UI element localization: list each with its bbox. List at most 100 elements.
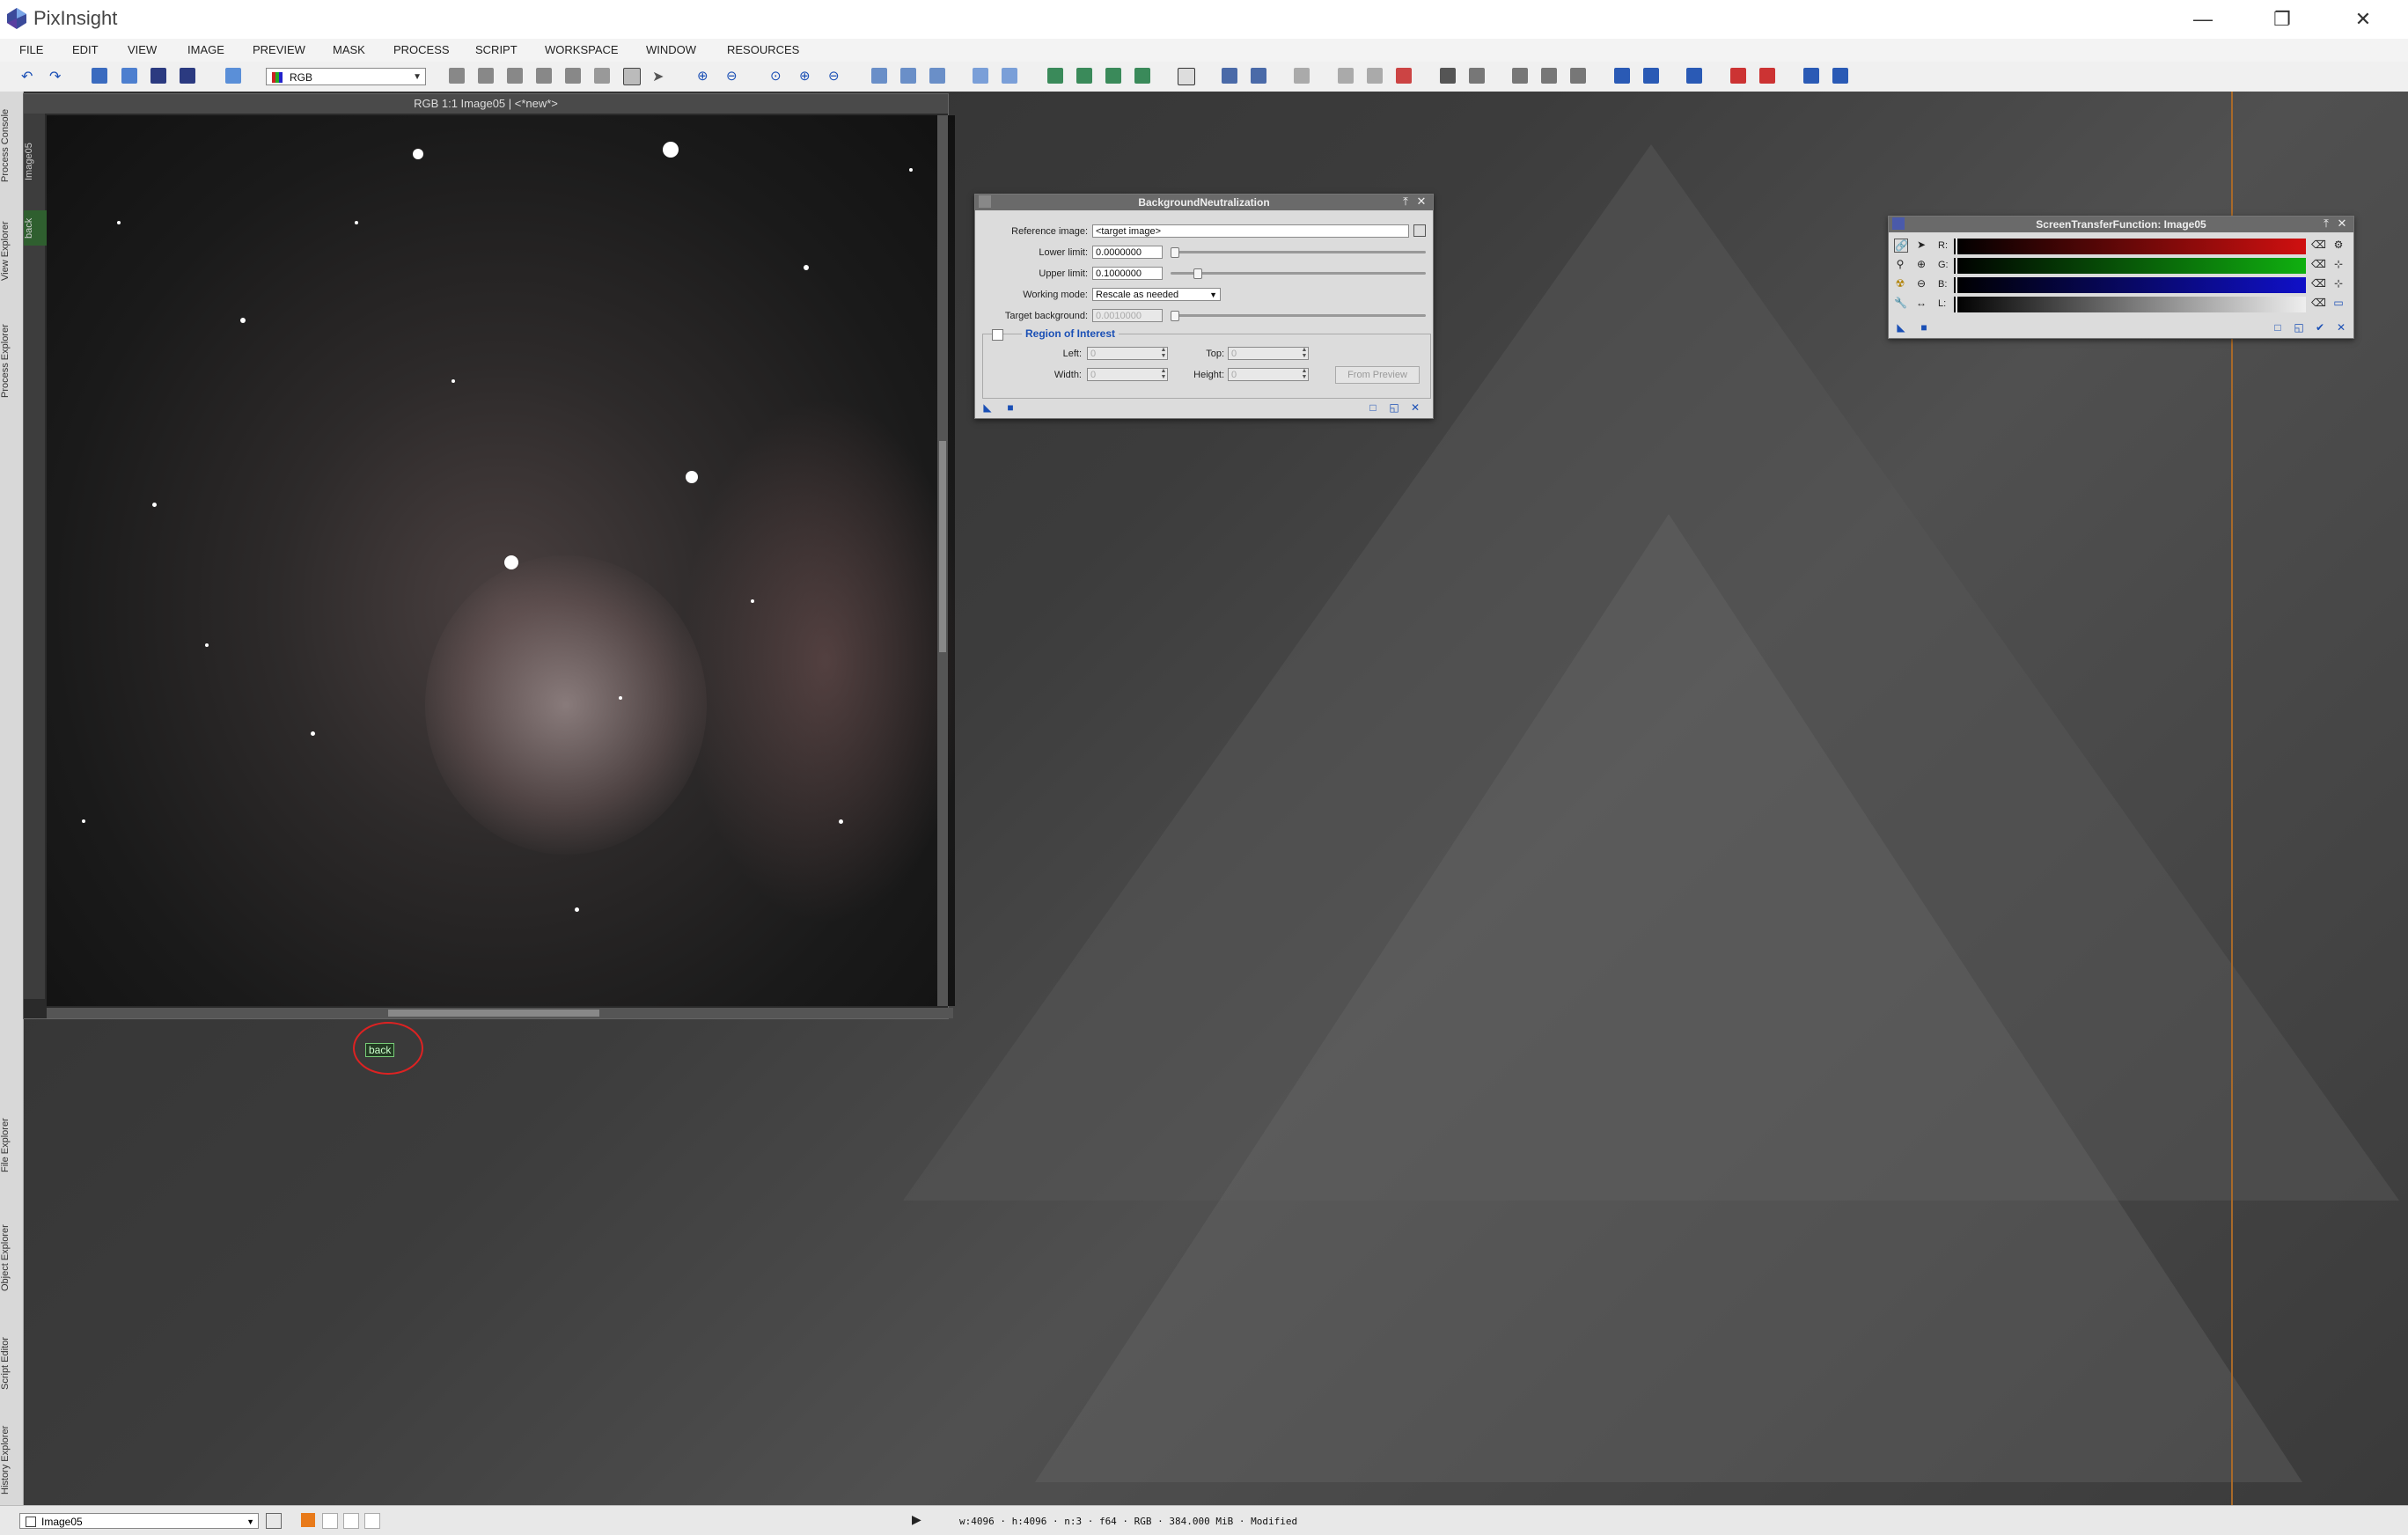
- monitor-icon[interactable]: ▭: [2332, 297, 2345, 309]
- roi-left-field[interactable]: 0: [1087, 347, 1168, 360]
- zoom-in-icon[interactable]: ⊕: [1915, 258, 1927, 270]
- slider-knob[interactable]: [1171, 311, 1179, 321]
- scroll-thumb[interactable]: [939, 441, 946, 652]
- histogram-icon[interactable]: [1294, 68, 1310, 84]
- explorer-3-icon[interactable]: [1570, 68, 1586, 84]
- menu-process[interactable]: PROCESS: [393, 43, 450, 56]
- stf-reset-icon[interactable]: [1251, 68, 1266, 84]
- undo-icon[interactable]: ↶: [21, 68, 37, 84]
- fit-window-icon[interactable]: [900, 68, 916, 84]
- upper-limit-slider[interactable]: [1171, 268, 1426, 279]
- layout-2-icon[interactable]: [1469, 68, 1485, 84]
- expand-icon[interactable]: [478, 68, 494, 84]
- horizontal-arrows-icon[interactable]: ↔: [1915, 297, 1927, 309]
- tab-view-explorer[interactable]: View Explorer: [0, 202, 23, 299]
- scroll-thumb[interactable]: [388, 1010, 599, 1017]
- stf-close-icon[interactable]: ✕: [2336, 217, 2348, 230]
- zoom-out-icon[interactable]: ⊖: [726, 68, 742, 84]
- channel-r-bar[interactable]: [1954, 239, 2306, 254]
- zoom-3-icon[interactable]: ⊖: [828, 68, 844, 84]
- roi-width-field[interactable]: 0: [1087, 368, 1168, 381]
- new-instance-icon[interactable]: ◣: [982, 402, 993, 413]
- menu-preview[interactable]: PREVIEW: [253, 43, 305, 56]
- roi-height-field[interactable]: 0: [1228, 368, 1309, 381]
- play-icon[interactable]: ▶: [912, 1512, 921, 1527]
- preview-new-icon[interactable]: [973, 68, 988, 84]
- swatch-icon[interactable]: [343, 1513, 359, 1529]
- levels-icon[interactable]: [1367, 68, 1383, 84]
- tab-image05[interactable]: Image05: [24, 131, 47, 193]
- pan-icon[interactable]: [536, 68, 552, 84]
- reset-g-icon[interactable]: ⌫: [2311, 258, 2326, 270]
- edit-pointer-icon[interactable]: ➤: [1915, 239, 1927, 251]
- browse-doc-icon[interactable]: □: [1368, 402, 1378, 413]
- shadows-handle[interactable]: [1956, 258, 1957, 274]
- tab-process-console[interactable]: Process Console: [0, 97, 23, 194]
- curves-icon[interactable]: [1338, 68, 1354, 84]
- tab-back-preview[interactable]: back: [24, 210, 47, 246]
- apply-check-icon[interactable]: ✔: [2315, 322, 2325, 333]
- menu-window[interactable]: WINDOW: [646, 43, 696, 56]
- tab-process-explorer[interactable]: Process Explorer: [0, 308, 23, 414]
- explorer-1-icon[interactable]: [1512, 68, 1528, 84]
- reference-image-field[interactable]: <target image>: [1092, 224, 1409, 238]
- zoom-fit-icon[interactable]: [449, 68, 465, 84]
- channel-l-bar[interactable]: [1954, 297, 2306, 312]
- record-icon[interactable]: [1396, 68, 1412, 84]
- slider-knob[interactable]: [1171, 247, 1179, 258]
- crosshair-icon[interactable]: ⊹: [2332, 277, 2345, 290]
- stf-menu-icon[interactable]: [1892, 217, 1905, 230]
- save-as-icon[interactable]: [180, 68, 195, 84]
- apply-global-icon[interactable]: ■: [1005, 402, 1016, 413]
- auto-stretch-icon[interactable]: ☢: [1894, 277, 1906, 290]
- zoom-in-icon[interactable]: ⊕: [697, 68, 713, 84]
- spin-arrows-icon[interactable]: ▲ ▼: [1159, 368, 1168, 381]
- new-instance-icon[interactable]: ◣: [1896, 322, 1906, 333]
- swatch-icon[interactable]: [364, 1513, 380, 1529]
- spin-arrows-icon[interactable]: ▲ ▼: [1300, 347, 1309, 360]
- color-mode-select[interactable]: RGB ▼: [266, 68, 426, 85]
- cascade-icon[interactable]: [1832, 68, 1848, 84]
- reset-icon[interactable]: ✕: [1410, 402, 1421, 413]
- tab-file-explorer[interactable]: File Explorer: [0, 1095, 23, 1196]
- shrink-icon[interactable]: [507, 68, 523, 84]
- shadows-handle[interactable]: [1956, 277, 1957, 293]
- restore-button[interactable]: ❐: [2243, 0, 2322, 39]
- lower-limit-field[interactable]: 0.0000000: [1092, 246, 1163, 259]
- pointer-icon[interactable]: ➤: [652, 68, 668, 84]
- channel-b-bar[interactable]: [1954, 277, 2306, 293]
- workspace-icon[interactable]: [1686, 68, 1702, 84]
- close-all-icon[interactable]: [1730, 68, 1746, 84]
- menu-mask[interactable]: MASK: [333, 43, 365, 56]
- link-channels-icon[interactable]: 🔗: [1894, 239, 1908, 253]
- swatch-icon[interactable]: [322, 1513, 338, 1529]
- roi-checkbox[interactable]: [992, 329, 1003, 341]
- gear-icon[interactable]: ⚙: [2332, 239, 2345, 251]
- preview-edit-icon[interactable]: [1002, 68, 1017, 84]
- mask-show-icon[interactable]: [1076, 68, 1092, 84]
- stf-toggle-icon[interactable]: [1178, 68, 1195, 85]
- tab-script-editor[interactable]: Script Editor: [0, 1319, 23, 1407]
- stf-panel-title[interactable]: ScreenTransferFunction: Image05: [1889, 217, 2353, 232]
- zoom-2-icon[interactable]: ⊕: [799, 68, 815, 84]
- close-button[interactable]: ✕: [2324, 0, 2403, 39]
- channel-g-bar[interactable]: [1954, 258, 2306, 274]
- close-others-icon[interactable]: [1759, 68, 1775, 84]
- crosshair-icon[interactable]: ⊹: [2332, 258, 2345, 270]
- monitor-2-icon[interactable]: [1643, 68, 1659, 84]
- move-icon[interactable]: [565, 68, 581, 84]
- stf-auto-icon[interactable]: [1222, 68, 1237, 84]
- new-image-icon[interactable]: [92, 68, 107, 84]
- menu-image[interactable]: IMAGE: [187, 43, 224, 56]
- color-swatch-icon[interactable]: [301, 1513, 315, 1527]
- readout-icon[interactable]: [594, 68, 610, 84]
- mask-remove-icon[interactable]: [1134, 68, 1150, 84]
- select-view-icon[interactable]: [1413, 224, 1426, 237]
- target-background-field[interactable]: 0.0010000: [1092, 309, 1163, 322]
- apply-global-icon[interactable]: ■: [1919, 322, 1929, 333]
- roi-top-field[interactable]: 0: [1228, 347, 1309, 360]
- redo-icon[interactable]: ↷: [49, 68, 65, 84]
- tab-history-explorer[interactable]: History Explorer: [0, 1412, 23, 1509]
- image-canvas[interactable]: [47, 115, 955, 1006]
- reset-l-icon[interactable]: ⌫: [2311, 297, 2326, 309]
